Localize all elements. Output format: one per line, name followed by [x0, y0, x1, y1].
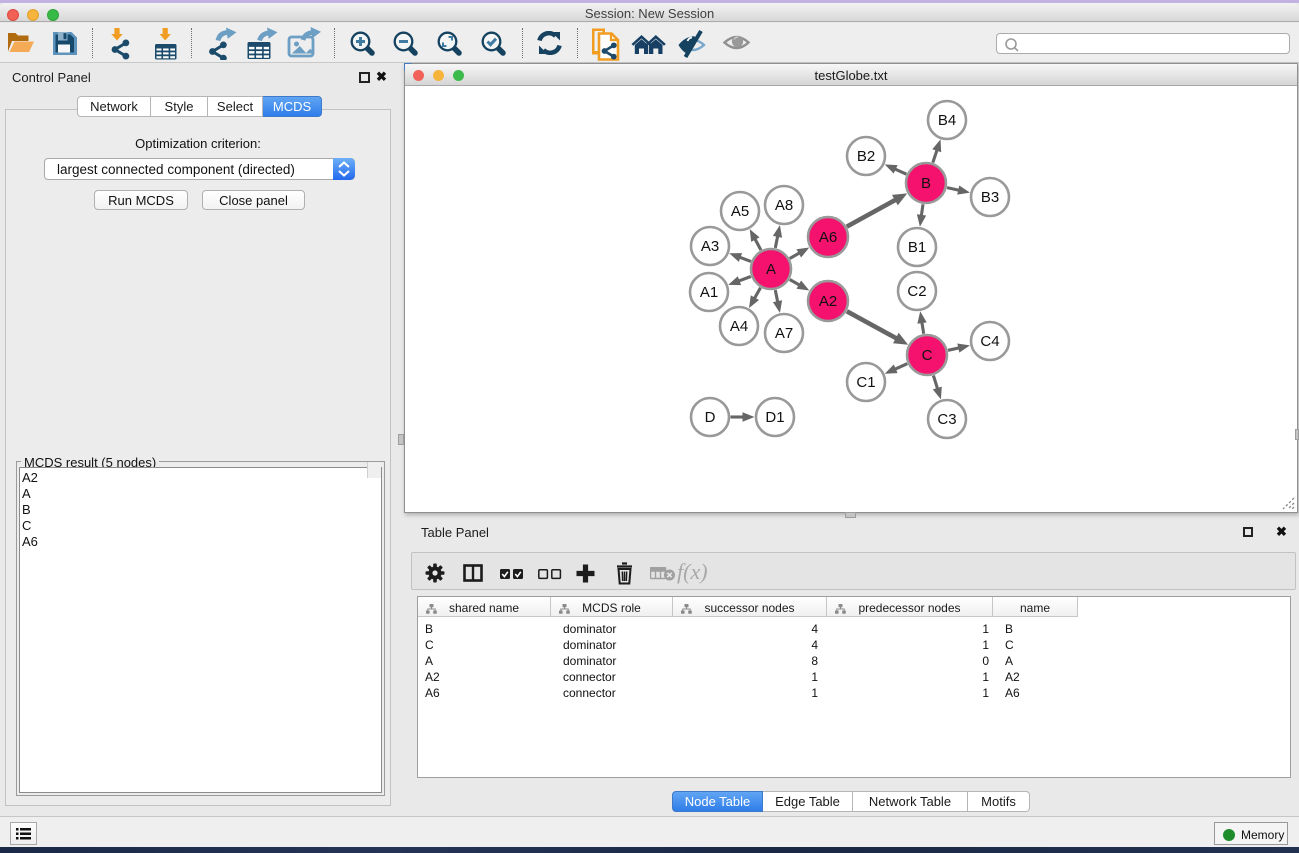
svg-text:D1: D1 — [765, 409, 784, 426]
svg-text:B1: B1 — [908, 239, 926, 256]
svg-text:A4: A4 — [730, 318, 748, 335]
svg-text:C4: C4 — [980, 333, 999, 350]
svg-text:A8: A8 — [775, 197, 793, 214]
svg-text:A2: A2 — [819, 293, 837, 310]
svg-text:A5: A5 — [731, 203, 749, 220]
svg-text:B2: B2 — [857, 148, 875, 165]
svg-text:B4: B4 — [938, 112, 956, 129]
svg-text:B: B — [921, 175, 931, 192]
svg-text:B3: B3 — [981, 189, 999, 206]
svg-text:Memory: Memory — [1241, 828, 1284, 842]
svg-text:C1: C1 — [856, 374, 875, 391]
svg-text:A: A — [766, 261, 776, 278]
svg-text:C3: C3 — [937, 411, 956, 428]
svg-text:C2: C2 — [907, 283, 926, 300]
svg-text:A6: A6 — [819, 229, 837, 246]
svg-text:C: C — [922, 347, 933, 364]
svg-text:A1: A1 — [700, 284, 718, 301]
svg-text:D: D — [705, 409, 716, 426]
svg-text:A3: A3 — [701, 238, 719, 255]
svg-text:A7: A7 — [775, 325, 793, 342]
